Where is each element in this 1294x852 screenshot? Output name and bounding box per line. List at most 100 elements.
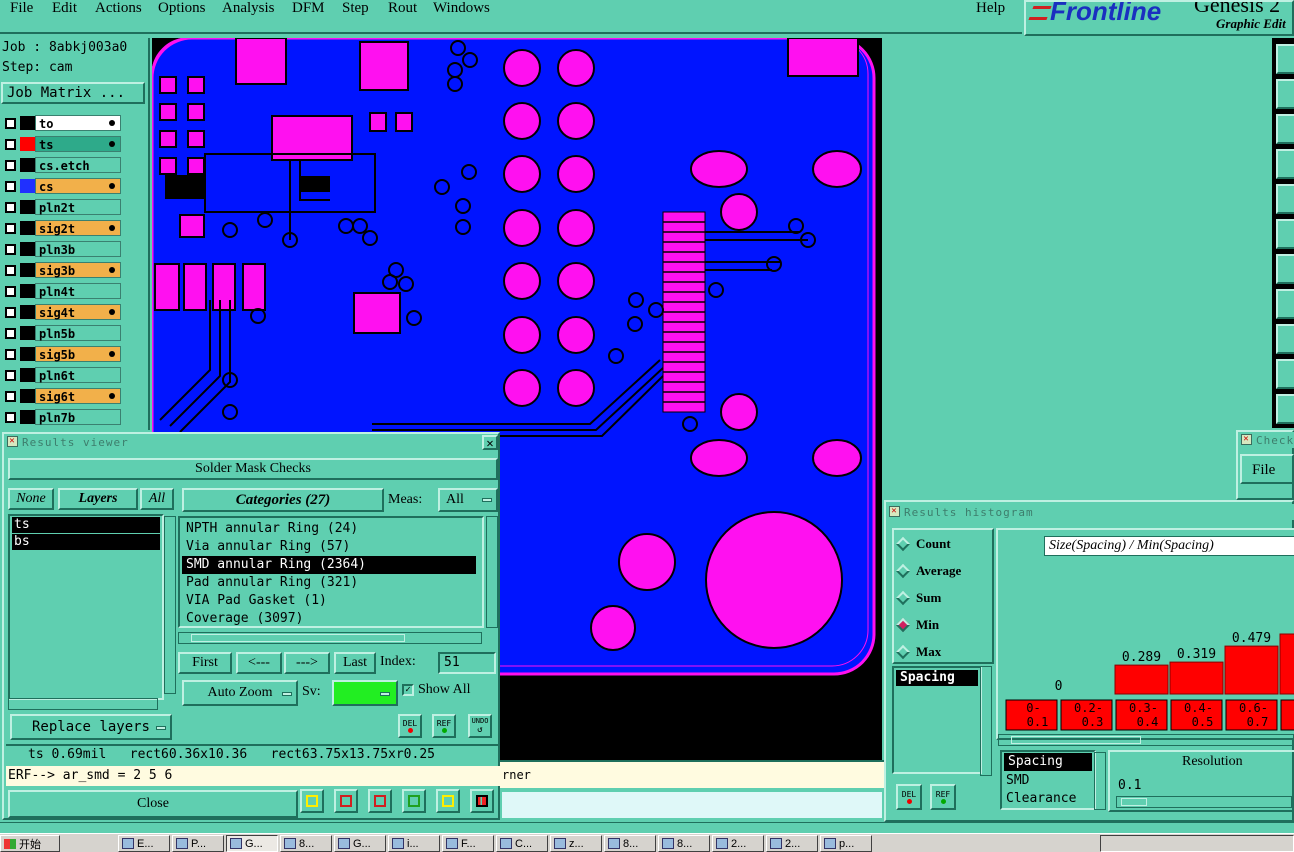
layer-filter-list[interactable]: ts bs: [8, 514, 164, 700]
tool-icon-4[interactable]: [1276, 149, 1294, 179]
bin-range-box[interactable]: [1280, 699, 1294, 731]
categories-header[interactable]: Categories (27): [182, 488, 384, 512]
histogram-bar[interactable]: [1279, 633, 1294, 695]
tool-icon-10[interactable]: [1276, 359, 1294, 389]
replace-layers-select[interactable]: Replace layers: [10, 714, 172, 740]
category-item[interactable]: Coverage (3097): [182, 610, 480, 628]
layer-row-pln7b[interactable]: pln7b: [1, 408, 149, 426]
histogram-bar[interactable]: [1224, 645, 1279, 695]
results-viewer-titlebar[interactable]: ✕ Results viewer: [4, 434, 498, 450]
filter-layer-item[interactable]: bs: [12, 534, 160, 550]
histogram-icon[interactable]: [470, 789, 494, 813]
measure-option[interactable]: SMD: [1002, 772, 1094, 790]
layer-checkbox[interactable]: [5, 391, 16, 402]
categories-hscroll[interactable]: [178, 632, 482, 644]
layer-list-vscroll[interactable]: [164, 516, 176, 694]
category-item[interactable]: Via annular Ring (57): [182, 538, 480, 556]
measure-list-vscroll[interactable]: [980, 666, 992, 776]
first-button[interactable]: First: [178, 652, 232, 674]
last-button[interactable]: Last: [334, 652, 376, 674]
layer-checkbox[interactable]: [5, 223, 16, 234]
layer-checkbox[interactable]: [5, 118, 16, 129]
filter-none-button[interactable]: None: [8, 488, 54, 510]
layer-row-sig3b[interactable]: sig3b: [1, 261, 149, 279]
layer-row-cs.etch[interactable]: cs.etch: [1, 156, 149, 174]
layer-checkbox[interactable]: [5, 202, 16, 213]
histogram-bar[interactable]: [1114, 664, 1169, 695]
category-item[interactable]: Pad annular Ring (321): [182, 574, 480, 592]
filter-all-button[interactable]: All: [140, 488, 174, 510]
taskbar-item[interactable]: C...: [496, 835, 548, 852]
help-menu[interactable]: Help: [976, 0, 1005, 17]
taskbar-item[interactable]: E...: [118, 835, 170, 852]
undo-button[interactable]: UNDO ↺: [468, 714, 492, 738]
taskbar-item[interactable]: G...: [226, 835, 278, 852]
layer-checkbox[interactable]: [5, 160, 16, 171]
measure-list[interactable]: Spacing: [892, 666, 982, 774]
histogram-titlebar[interactable]: ✕ Results histogram: [886, 504, 1294, 520]
tool-icon-8[interactable]: [1276, 289, 1294, 319]
start-button[interactable]: 开始: [0, 835, 60, 852]
severity-select[interactable]: [332, 680, 398, 706]
report-icon[interactable]: [436, 789, 460, 813]
tool-icon-6[interactable]: [1276, 219, 1294, 249]
meas-select[interactable]: All: [438, 488, 498, 512]
resolution-slider[interactable]: [1116, 796, 1292, 808]
layer-checkbox[interactable]: [5, 181, 16, 192]
layer-checkbox[interactable]: [5, 349, 16, 360]
ref-button[interactable]: REF: [432, 714, 456, 738]
mode-option-count[interactable]: Count: [895, 536, 951, 552]
layer-row-cs[interactable]: cs: [1, 177, 149, 195]
menu-dfm[interactable]: DFM: [292, 0, 325, 17]
layer-row-sig5b[interactable]: sig5b: [1, 345, 149, 363]
close-window-button[interactable]: ✕: [482, 435, 498, 450]
taskbar-item[interactable]: 8...: [280, 835, 332, 852]
show-all-checkbox[interactable]: ✓: [402, 684, 414, 696]
job-matrix-button[interactable]: Job Matrix ...: [1, 82, 145, 104]
mode-option-max[interactable]: Max: [895, 644, 941, 660]
no-entry-icon[interactable]: [368, 789, 392, 813]
taskbar-item[interactable]: G...: [334, 835, 386, 852]
prev-button[interactable]: <---: [236, 652, 282, 674]
menu-actions[interactable]: Actions: [95, 0, 142, 17]
measure-item[interactable]: Spacing: [896, 670, 978, 686]
filter-layers-button[interactable]: Layers: [58, 488, 138, 510]
menu-windows[interactable]: Windows: [433, 0, 490, 17]
layer-checkbox[interactable]: [5, 370, 16, 381]
menu-step[interactable]: Step: [342, 0, 369, 17]
close-button[interactable]: Close: [8, 790, 298, 818]
layer-row-sig4t[interactable]: sig4t: [1, 303, 149, 321]
tool-icon-11[interactable]: [1276, 394, 1294, 424]
hist-ref-button[interactable]: REF: [930, 784, 956, 810]
taskbar-item[interactable]: 2...: [712, 835, 764, 852]
layer-checkbox[interactable]: [5, 328, 16, 339]
menu-analysis[interactable]: Analysis: [222, 0, 275, 17]
tool-icon-9[interactable]: [1276, 324, 1294, 354]
menu-edit[interactable]: Edit: [52, 0, 77, 17]
layer-checkbox[interactable]: [5, 139, 16, 150]
layer-row-pln6t[interactable]: pln6t: [1, 366, 149, 384]
layer-row-sig2t[interactable]: sig2t: [1, 219, 149, 237]
layer-row-pln4t[interactable]: pln4t: [1, 282, 149, 300]
layer-row-sig6t[interactable]: sig6t: [1, 387, 149, 405]
check-window-titlebar[interactable]: ✕ Check: [1238, 432, 1294, 448]
layer-checkbox[interactable]: [5, 307, 16, 318]
taskbar-item[interactable]: 8...: [658, 835, 710, 852]
next-button[interactable]: --->: [284, 652, 330, 674]
tool-icon-1[interactable]: [1276, 44, 1294, 74]
categories-list[interactable]: NPTH annular Ring (24) Via annular Ring (…: [178, 516, 484, 628]
menu-rout[interactable]: Rout: [388, 0, 417, 17]
window-menu-icon[interactable]: ✕: [1241, 434, 1252, 445]
layer-checkbox[interactable]: [5, 286, 16, 297]
layer-checkbox[interactable]: [5, 412, 16, 423]
mode-option-sum[interactable]: Sum: [895, 590, 941, 606]
flag-icon[interactable]: [334, 789, 358, 813]
layer-checkbox[interactable]: [5, 244, 16, 255]
layer-row-pln5b[interactable]: pln5b: [1, 324, 149, 342]
bar-chart-icon[interactable]: [300, 789, 324, 813]
layer-list-hscroll[interactable]: [8, 698, 158, 710]
taskbar-item[interactable]: P...: [172, 835, 224, 852]
measure-options-list[interactable]: Spacing SMD Clearance: [1000, 750, 1096, 810]
numbered-list-icon[interactable]: [402, 789, 426, 813]
layer-checkbox[interactable]: [5, 265, 16, 276]
